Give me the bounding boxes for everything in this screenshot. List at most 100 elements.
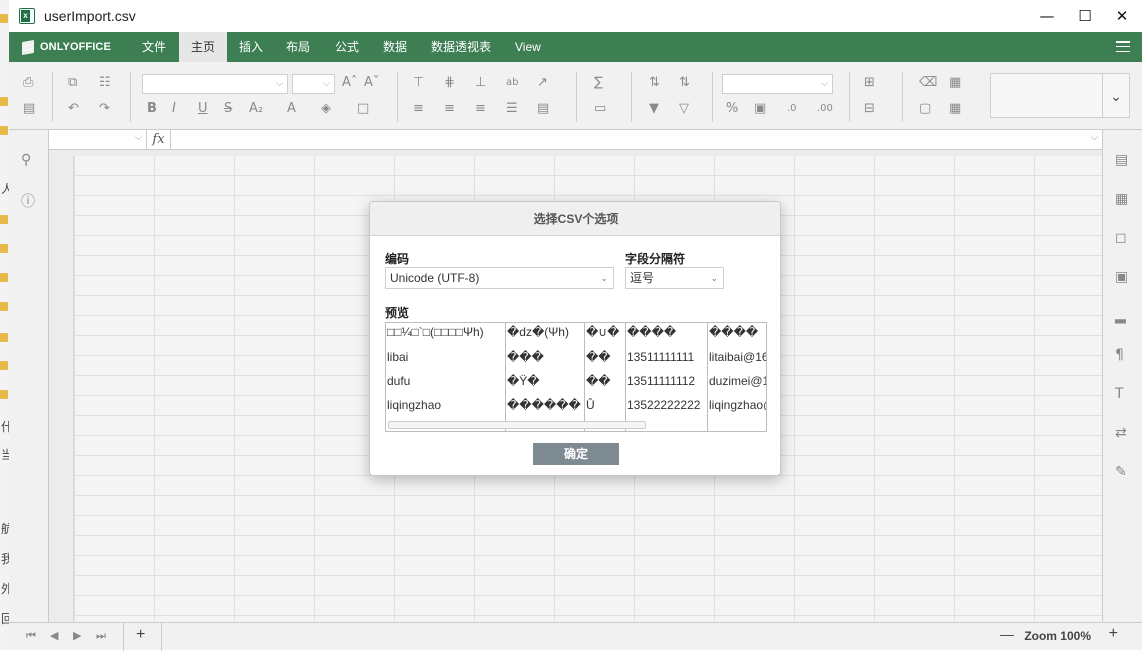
align-top-icon[interactable]: ⊤ [413, 76, 424, 90]
zoom-in-button[interactable]: + [1109, 625, 1118, 643]
image-settings-icon[interactable]: ▣ [1115, 269, 1128, 285]
tab-insert[interactable]: 插入 [227, 32, 275, 62]
paste-icon[interactable]: ☷ [99, 76, 111, 90]
tab-view[interactable]: View [503, 32, 553, 62]
copy-icon[interactable]: ⧉ [68, 76, 77, 90]
print-icon[interactable]: ⎙ [23, 76, 33, 90]
conditional-formatting-icon[interactable]: ▦ [949, 76, 961, 90]
tab-file[interactable]: 文件 [130, 32, 178, 62]
align-right-icon[interactable]: ≡ [475, 102, 486, 116]
preview-column: �∪� �� �� Û [585, 323, 626, 431]
redo-icon[interactable]: ↷ [99, 102, 110, 116]
align-center-icon[interactable]: ≡ [444, 102, 455, 116]
increase-font-icon[interactable]: Aˆ [342, 76, 357, 90]
sort-descending-icon[interactable]: ⇅ [679, 76, 690, 90]
subscript-icon[interactable]: A₂ [249, 102, 263, 116]
decrease-font-icon[interactable]: Aˇ [364, 76, 379, 90]
hamburger-menu-icon[interactable] [1116, 41, 1130, 53]
preview-cell: dufu [387, 374, 411, 388]
strikethrough-icon[interactable]: S [224, 102, 232, 116]
font-name-combo[interactable]: ⌵ [142, 74, 288, 94]
copy-style-icon[interactable]: ▢ [919, 102, 931, 116]
sum-icon[interactable]: ∑ [594, 76, 603, 90]
signature-settings-icon[interactable]: ✎ [1115, 464, 1127, 480]
undo-icon[interactable]: ↶ [68, 102, 79, 116]
status-bar: ⏮ ◀ ▶ ⏭ + — Zoom 100% + [9, 622, 1142, 651]
zoom-level[interactable]: Zoom 100% [1024, 629, 1091, 643]
csv-preview-table[interactable]: □□¼□`□(□□□□Ψh) libai dufu liqingzhao �dz… [385, 322, 767, 432]
delimiter-select[interactable]: 逗号 ⌄ [625, 267, 724, 289]
next-sheet-icon[interactable]: ▶ [73, 629, 81, 642]
merge-cells-icon[interactable]: ▤ [537, 102, 549, 116]
chart-settings-icon[interactable]: ▂ [1115, 308, 1126, 324]
cell-style-gallery[interactable] [990, 73, 1103, 118]
filter-icon[interactable]: ▼ [649, 102, 659, 116]
save-icon[interactable]: ▤ [23, 102, 35, 116]
chevron-down-icon[interactable]: ⌄ [1103, 73, 1130, 118]
borders-icon[interactable]: □ [357, 102, 369, 116]
pivot-settings-icon[interactable]: ⇄ [1115, 425, 1127, 441]
font-size-combo[interactable]: ⌵ [292, 74, 335, 94]
preview-horizontal-scrollbar[interactable] [388, 421, 646, 429]
wrap-text-icon[interactable]: ab [506, 76, 518, 90]
align-bottom-icon[interactable]: ⊥ [475, 76, 486, 90]
named-ranges-icon[interactable]: ▭ [594, 102, 606, 116]
tab-layout[interactable]: 布局 [274, 32, 322, 62]
desktop-folder-icon [0, 14, 8, 23]
insert-cells-icon[interactable]: ⊞ [864, 76, 875, 90]
encoding-label: 编码 [385, 252, 410, 266]
last-sheet-icon[interactable]: ⏭ [96, 629, 106, 643]
desktop-folder-icon [0, 273, 8, 282]
add-sheet-button[interactable]: + [136, 626, 145, 644]
fill-color-icon[interactable]: ◈ [321, 102, 331, 116]
tab-pivot-table[interactable]: 数据透视表 [419, 32, 503, 62]
encoding-select[interactable]: Unicode (UTF-8) ⌄ [385, 267, 614, 289]
expand-formula-icon[interactable]: ⌵ [1091, 132, 1098, 143]
decrease-decimal-icon[interactable]: .0 [787, 102, 797, 116]
tab-formula[interactable]: 公式 [323, 32, 371, 62]
about-info-icon[interactable]: ⓘ [21, 191, 35, 211]
percent-icon[interactable]: % [726, 102, 738, 116]
justify-icon[interactable]: ☰ [506, 102, 518, 116]
preview-cell: 13511111111 [627, 350, 695, 364]
home-toolbar: ⎙ ▤ ⧉ ☷ ↶ ↷ ⌵ ⌵ Aˆ Aˇ B I U S A₂ A ◈ □ ⊤… [9, 62, 1142, 130]
sort-ascending-icon[interactable]: ⇅ [649, 76, 660, 90]
text-art-icon[interactable]: T [1115, 386, 1124, 402]
format-as-table-icon[interactable]: ▦ [949, 102, 961, 116]
clear-icon[interactable]: ⌫ [919, 76, 937, 90]
align-middle-icon[interactable]: ⋕ [444, 76, 455, 90]
clear-filter-icon[interactable]: ▽ [679, 102, 689, 116]
bold-icon[interactable]: B [147, 102, 157, 116]
preview-cell: �� [586, 350, 611, 364]
paragraph-settings-icon[interactable]: ¶ [1115, 347, 1124, 363]
zoom-out-button[interactable]: — [1000, 626, 1014, 642]
search-icon[interactable]: ⚲ [21, 152, 31, 168]
table-settings-icon[interactable]: ▦ [1115, 191, 1128, 207]
ok-button[interactable]: 确定 [533, 443, 619, 465]
delete-cells-icon[interactable]: ⊟ [864, 102, 875, 116]
increase-decimal-icon[interactable]: .00 [817, 102, 833, 116]
close-icon[interactable]: ✕ [1099, 0, 1142, 32]
number-format-combo[interactable]: ⌵ [722, 74, 833, 94]
currency-icon[interactable]: ▣ [754, 102, 766, 116]
cell-name-box[interactable]: ⌵ [49, 130, 147, 150]
preview-cell: liqingzhao [387, 398, 442, 412]
preview-cell: ������ [507, 398, 581, 412]
tab-home[interactable]: 主页 [179, 32, 228, 62]
first-sheet-icon[interactable]: ⏮ [26, 629, 36, 643]
formula-input[interactable] [171, 130, 1101, 150]
shape-settings-icon[interactable]: ◻ [1115, 230, 1127, 246]
prev-sheet-icon[interactable]: ◀ [50, 629, 58, 642]
function-icon[interactable]: fx [147, 130, 171, 150]
font-color-icon[interactable]: A [287, 102, 296, 116]
tab-data[interactable]: 数据 [371, 32, 419, 62]
cell-settings-icon[interactable]: ▤ [1115, 152, 1128, 168]
align-left-icon[interactable]: ≡ [413, 102, 424, 116]
preview-cell: 13511111112 [627, 374, 696, 388]
layers-icon [21, 39, 35, 56]
italic-icon[interactable]: I [172, 102, 176, 116]
preview-cell: libai [387, 350, 409, 364]
text-orientation-icon[interactable]: ↗ [537, 76, 548, 90]
preview-column: ���� litaibai@16 duzimei@1 liqingzhao@ [708, 323, 766, 431]
underline-icon[interactable]: U [198, 102, 208, 116]
